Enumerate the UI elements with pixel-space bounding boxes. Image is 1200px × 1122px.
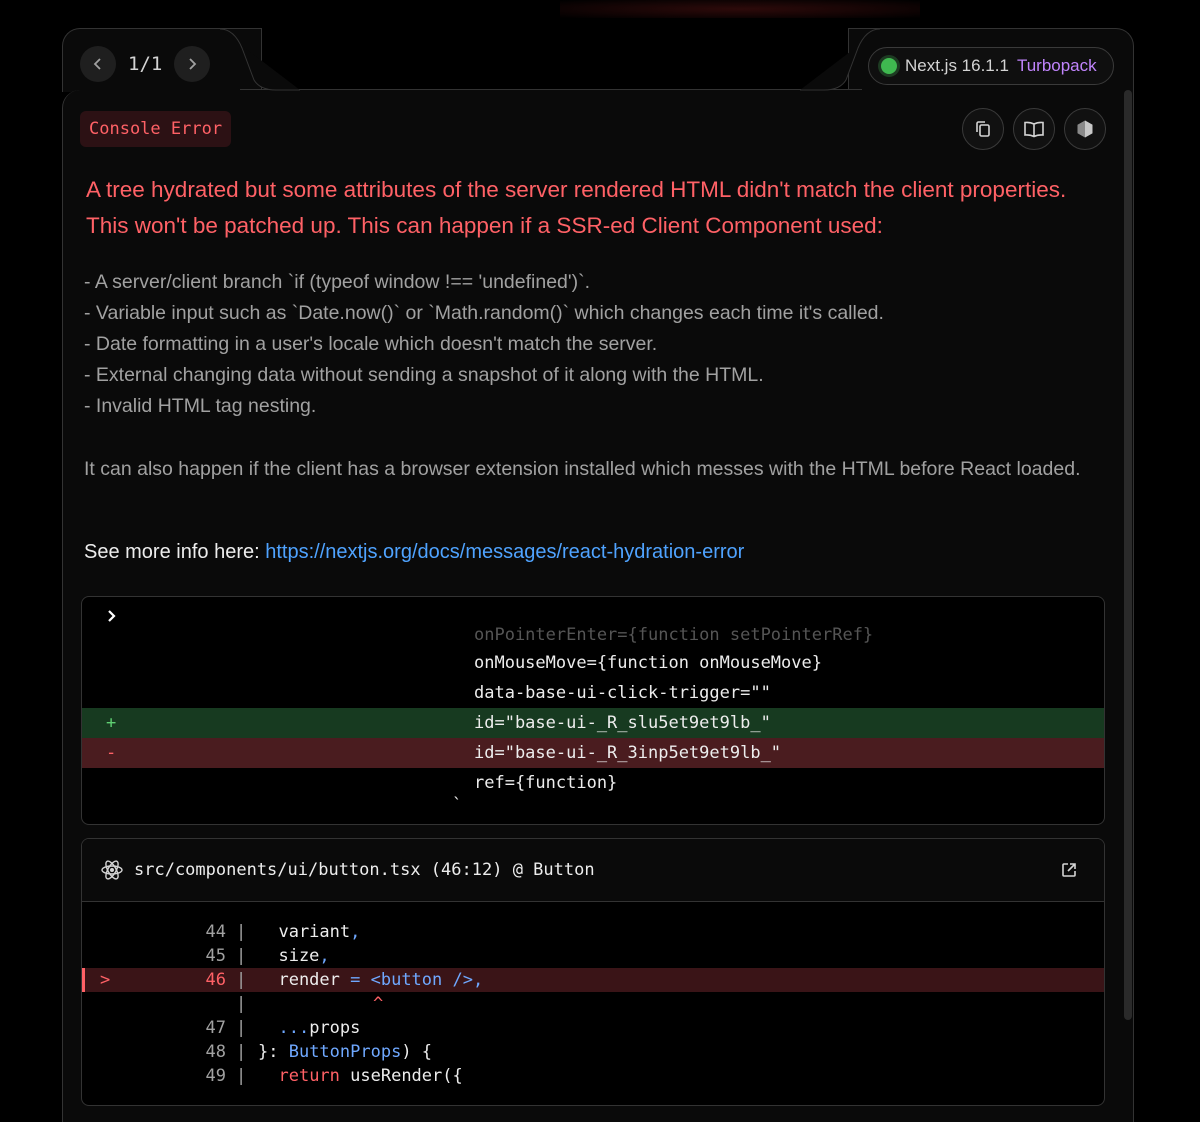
cause-item: - External changing data without sending… <box>84 364 764 386</box>
expand-diff-button[interactable] <box>106 607 118 628</box>
diff-line: data-base-ui-click-trigger="" <box>474 683 771 703</box>
see-more-info: See more info here: https://nextjs.org/d… <box>84 541 744 564</box>
bundler-name: Turbopack <box>1016 56 1097 75</box>
react-icon <box>101 860 123 880</box>
docs-link[interactable]: https://nextjs.org/docs/messages/react-h… <box>265 541 744 563</box>
error-title: A tree hydrated but some attributes of t… <box>86 177 1067 238</box>
code-line: 48 |}: ButtonProps) { <box>205 1042 433 1062</box>
diff-line: onMouseMove={function onMouseMove} <box>474 653 822 673</box>
diff-line-removed: - id="base-ui-_R_3inp5et9et9lb_" <box>82 738 1104 768</box>
nextjs-version: Next.js 16.1.1 <box>905 56 1009 75</box>
source-frame: src/components/ui/button.tsx (46:12) @ B… <box>81 838 1105 1106</box>
copy-icon <box>976 121 990 137</box>
see-more-label: See more info here: <box>84 541 260 563</box>
cause-item: - Invalid HTML tag nesting. <box>84 395 317 417</box>
code-line: 49 | return useRender({ <box>205 1066 463 1086</box>
error-type-badge: Console Error <box>80 111 232 147</box>
nodejs-hexagon-icon <box>1077 120 1093 138</box>
diff-line: ref={function} <box>474 773 618 793</box>
source-path: src/components/ui/button.tsx (46:12) @ B… <box>134 860 595 880</box>
chevron-right-icon <box>108 610 116 622</box>
hydration-diff: onPointerEnter={function setPointerRef} … <box>81 596 1105 825</box>
code-line: 47 | ...props <box>205 1018 361 1038</box>
chevron-left-icon <box>93 58 101 70</box>
error-count: 1/1 <box>128 53 163 75</box>
error-description: - A server/client branch `if (typeof win… <box>84 267 1084 485</box>
open-in-editor-button[interactable] <box>1060 861 1078 884</box>
cause-item: - Date formatting in a user's locale whi… <box>84 333 658 355</box>
code-line: 45 | size, <box>205 946 330 966</box>
code-line: 44 | variant, <box>205 922 361 942</box>
tab-curve <box>220 28 300 91</box>
cause-item: - A server/client branch `if (typeof win… <box>84 271 591 293</box>
error-pagination: 1/1 <box>80 46 211 82</box>
next-error-button[interactable] <box>174 46 211 82</box>
version-badge[interactable]: Next.js 16.1.1 Turbopack <box>868 47 1114 85</box>
error-actions <box>962 108 1106 150</box>
scrollbar[interactable] <box>1124 90 1132 1020</box>
devtools-button[interactable] <box>1064 108 1106 150</box>
docs-button[interactable] <box>1013 108 1055 150</box>
extension-note: It can also happen if the client has a b… <box>84 458 1081 480</box>
external-link-icon <box>1062 863 1076 877</box>
code-line-caret: | ^ <box>236 994 384 1014</box>
code-line-error: >46 | render = <button />, <box>82 968 1104 992</box>
diff-line: onPointerEnter={function setPointerRef} <box>474 627 874 643</box>
diff-line: ` <box>452 795 463 815</box>
diff-line-added: + id="base-ui-_R_slu5et9et9lb_" <box>82 708 1104 738</box>
cause-item: - Variable input such as `Date.now()` or… <box>84 302 884 324</box>
chevron-right-icon <box>189 58 197 70</box>
copy-error-button[interactable] <box>962 108 1004 150</box>
status-dot-icon <box>881 58 897 74</box>
book-open-icon <box>1024 121 1044 138</box>
previous-error-button[interactable] <box>80 46 116 82</box>
source-header: src/components/ui/button.tsx (46:12) @ B… <box>82 839 1104 902</box>
